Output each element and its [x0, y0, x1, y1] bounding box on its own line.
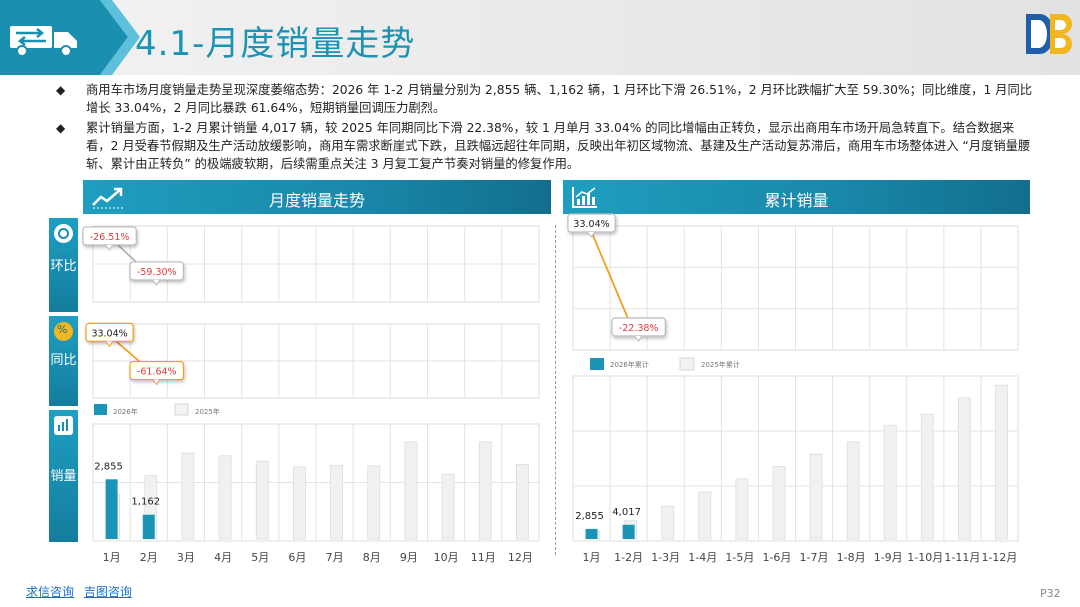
legend-2025-swatch	[174, 403, 189, 416]
cum-bar-2025	[735, 478, 749, 540]
bar-2026	[105, 479, 118, 539]
footer-links: 求信咨询 吉图咨询	[26, 583, 138, 600]
bar-2025	[478, 441, 492, 540]
cum-x-tick-label: 1-11月	[944, 551, 980, 564]
mom-label: -59.30%	[137, 267, 177, 278]
legend-2026cum-swatch	[590, 358, 604, 370]
x-tick-label: 8月	[363, 551, 381, 564]
cum-bar-2025	[698, 491, 712, 540]
legend-2025cum-label: 2025年累计	[701, 360, 740, 369]
x-tick-label: 4月	[214, 551, 232, 564]
cum-bar-data-label: 4,017	[612, 507, 641, 518]
cum-x-tick-label: 1-7月	[800, 551, 829, 564]
page-number: P32	[1040, 587, 1061, 600]
cum-bar-2025	[995, 384, 1008, 540]
cum-bar-2025	[957, 397, 971, 540]
cum-bar-2025	[809, 453, 823, 540]
bar-2025	[404, 441, 418, 540]
x-tick-label: 5月	[251, 551, 269, 564]
legend-2026-label: 2026年	[113, 407, 138, 416]
cum-x-tick-label: 1-3月	[651, 551, 680, 564]
x-tick-label: 10月	[434, 551, 459, 564]
cum-yoy-label: -22.38%	[619, 323, 659, 334]
cum-bar-2026	[622, 524, 635, 539]
cum-x-tick-label: 1-12月	[981, 551, 1017, 564]
yoy-label: 33.04%	[91, 328, 127, 339]
x-tick-label: 3月	[177, 551, 195, 564]
bar-data-label: 2,855	[94, 461, 123, 472]
sales-grid	[92, 423, 540, 542]
charts-canvas: -26.51% -59.30% 33.04% -61.64% 2026年 2025年 2,8…	[82, 213, 1019, 564]
x-tick-label: 9月	[400, 551, 418, 564]
cum-x-tick-label: 1-2月	[614, 551, 643, 564]
bar-2025	[367, 465, 381, 540]
cum-yoy-label: 33.04%	[573, 219, 609, 230]
legend-2026cum-label: 2026年累计	[610, 360, 649, 369]
x-tick-label: 7月	[326, 551, 344, 564]
bar-2025	[330, 464, 343, 540]
x-tick-label: 6月	[288, 551, 306, 564]
bar-2026	[142, 514, 155, 539]
link-qiuxin[interactable]: 求信咨询	[26, 585, 74, 599]
cum-bar-2025	[920, 413, 934, 540]
legend-2025cum-swatch	[679, 357, 695, 371]
cum-x-tick-label: 1-9月	[874, 551, 903, 564]
cum-bar-data-label: 2,855	[575, 511, 604, 522]
cum-bar-2025	[772, 466, 786, 540]
cum-x-tick-label: 1-5月	[725, 551, 754, 564]
bar-2025	[181, 452, 195, 540]
cum-bar-2025	[846, 441, 860, 540]
cum-x-tick-label: 1-10月	[907, 551, 943, 564]
cum-bar-2026	[585, 528, 598, 539]
legend-2025-label: 2025年	[195, 407, 220, 416]
x-tick-label: 12月	[508, 551, 533, 564]
bar-2025	[516, 463, 529, 540]
cum-x-tick-label: 1-8月	[837, 551, 866, 564]
x-tick-label: 1月	[103, 551, 121, 564]
legend-2026-swatch	[94, 404, 107, 415]
mom-label: -26.51%	[90, 232, 130, 243]
bar-2025	[218, 455, 232, 540]
cum-x-tick-label: 1月	[583, 551, 601, 564]
cum-bar-2025	[883, 424, 897, 540]
bar-2025	[441, 473, 455, 540]
bar-2025	[255, 460, 269, 540]
cum-x-tick-label: 1-6月	[762, 551, 791, 564]
bar-data-label: 1,162	[131, 497, 160, 508]
yoy-label: -61.64%	[137, 367, 177, 378]
link-jitu[interactable]: 吉图咨询	[84, 585, 132, 599]
cum-x-tick-label: 1-4月	[688, 551, 717, 564]
x-tick-label: 11月	[471, 551, 496, 564]
x-tick-label: 2月	[140, 551, 158, 564]
bar-2025	[293, 466, 306, 540]
cum-bar-2025	[661, 505, 675, 540]
